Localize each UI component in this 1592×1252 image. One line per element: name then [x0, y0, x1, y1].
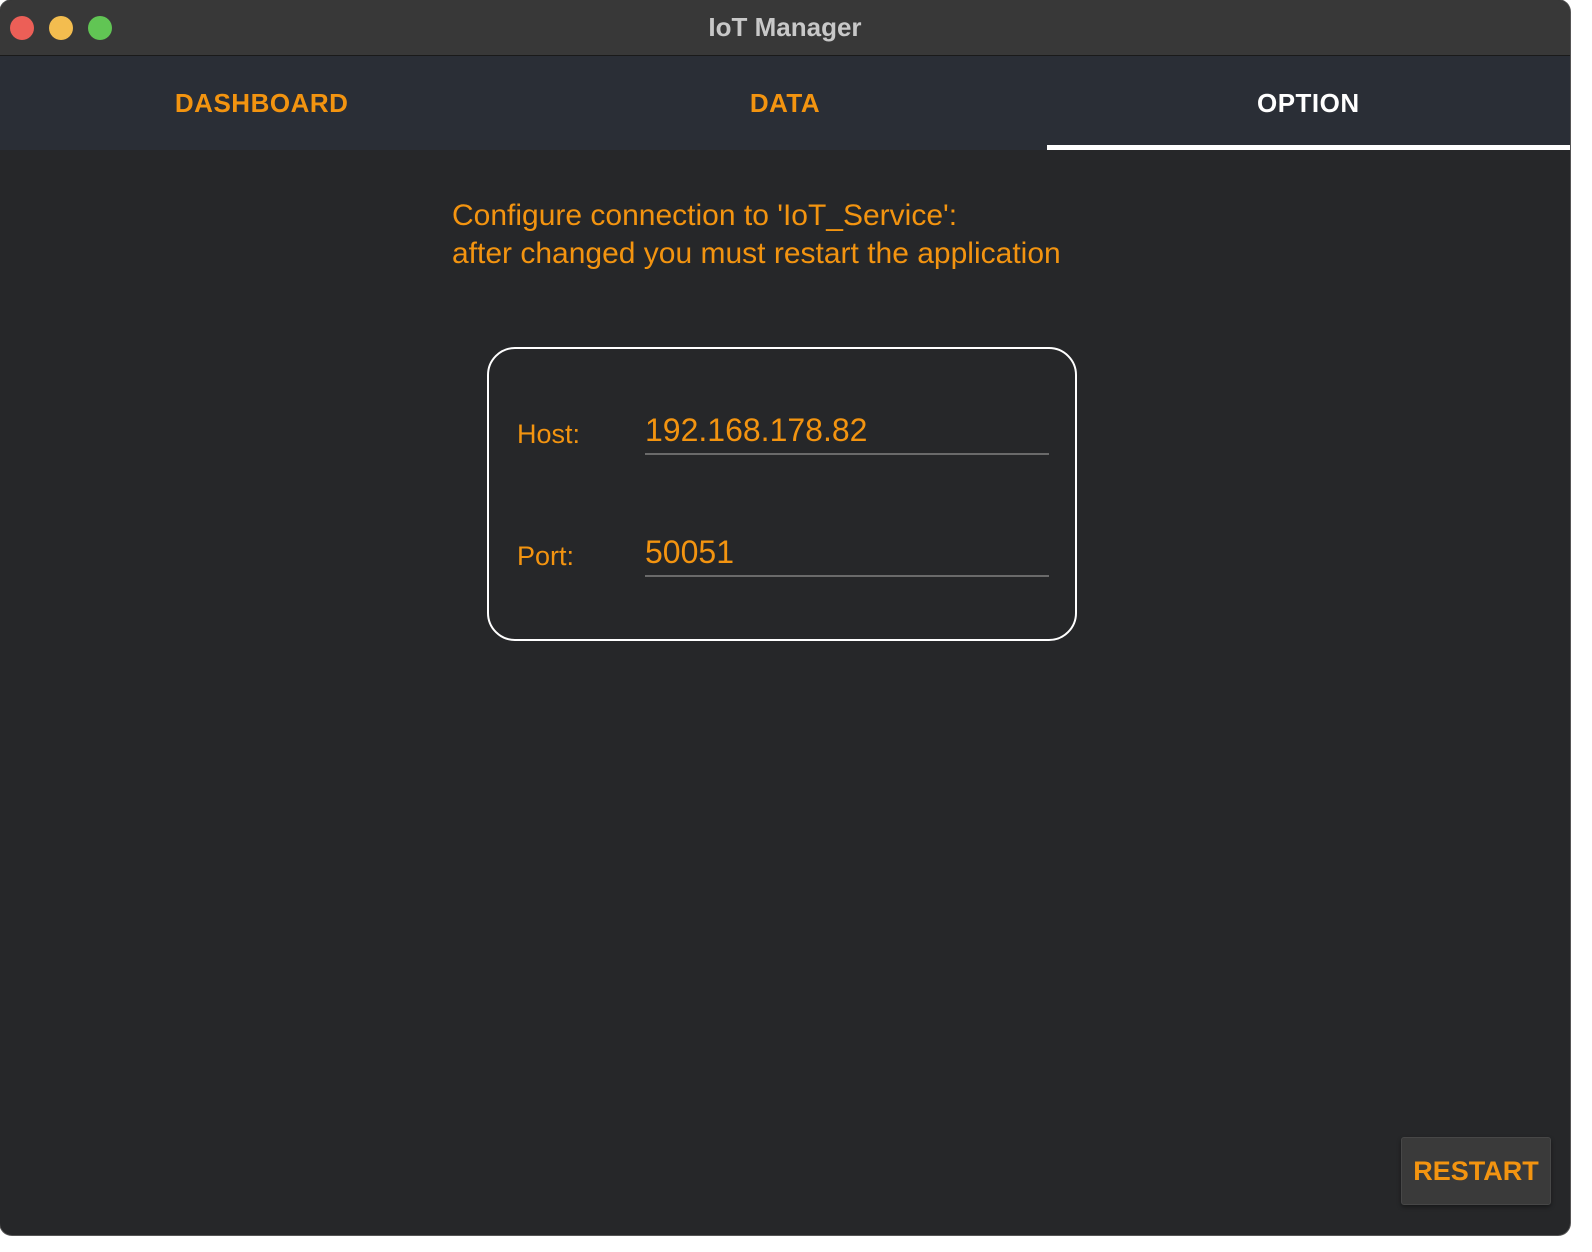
- tab-option[interactable]: OPTION: [1046, 56, 1570, 150]
- host-label: Host:: [517, 419, 581, 449]
- info-line-2: after changed you must restart the appli…: [452, 237, 1061, 270]
- port-input[interactable]: [645, 529, 1049, 577]
- tab-bar: DASHBOARD DATA OPTION: [0, 56, 1570, 150]
- port-label: Port:: [517, 541, 575, 571]
- title-bar: IoT Manager: [0, 0, 1570, 56]
- connection-settings-panel: Host: Port:: [487, 347, 1077, 641]
- info-line-1: Configure connection to 'IoT_Service':: [452, 199, 958, 232]
- tab-dashboard[interactable]: DASHBOARD: [0, 56, 523, 150]
- tab-data[interactable]: DATA: [523, 56, 1046, 150]
- host-input[interactable]: [645, 407, 1049, 455]
- connection-info-text: Configure connection to 'IoT_Service': a…: [452, 197, 1061, 273]
- restart-button[interactable]: RESTART: [1401, 1137, 1551, 1205]
- window-title: IoT Manager: [708, 12, 862, 42]
- app-window: IoT Manager DASHBOARD DATA OPTION Config…: [0, 0, 1570, 1235]
